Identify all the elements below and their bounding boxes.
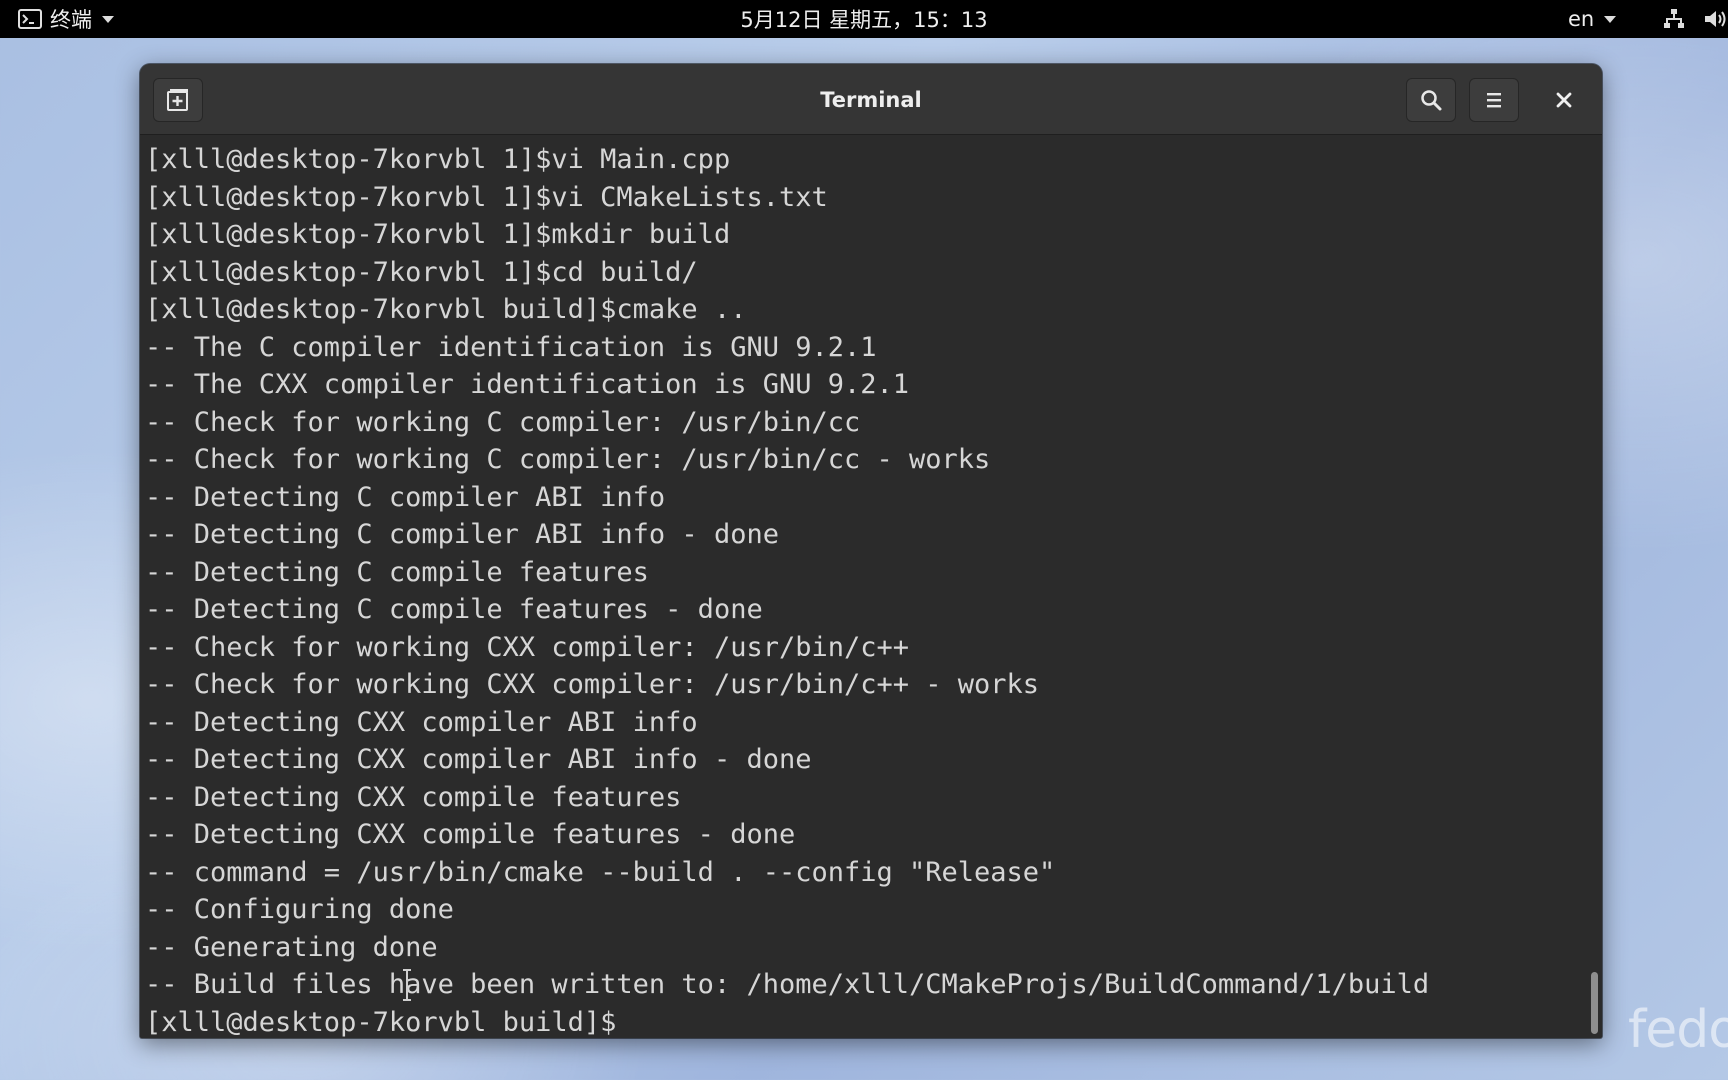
top-bar: 终端 5月12日 星期五，15：13 en xyxy=(0,0,1728,38)
terminal-line: [xlll@desktop-7korvbl build]$cmake .. xyxy=(145,294,747,325)
language-label: en xyxy=(1568,7,1595,31)
app-menu-label: 终端 xyxy=(50,8,92,32)
terminal-line: [xlll@desktop-7korvbl 1]$vi Main.cpp xyxy=(145,144,731,175)
terminal-line: -- The CXX compiler identification is GN… xyxy=(145,369,910,400)
terminal-line: -- Detecting CXX compiler ABI info xyxy=(145,706,698,738)
search-icon xyxy=(1421,90,1442,111)
terminal-line: -- Detecting C compiler ABI info - done xyxy=(145,519,779,550)
terminal-app-icon xyxy=(18,9,42,29)
terminal-line: -- Check for working CXX compiler: /usr/… xyxy=(145,669,1040,700)
app-menu[interactable]: 终端 xyxy=(18,0,114,38)
terminal-lines: [xlll@desktop-7korvbl 1]$vi Main.cpp [xll… xyxy=(145,141,1429,1038)
terminal-line: -- Detecting CXX compile features xyxy=(145,781,682,813)
terminal-line: [xlll@desktop-7korvbl 1]$mkdir build xyxy=(145,219,731,250)
scrollbar-thumb[interactable] xyxy=(1591,972,1598,1034)
menu-button[interactable] xyxy=(1469,78,1519,122)
terminal-line: -- Configuring done xyxy=(145,894,454,925)
chevron-down-icon xyxy=(1604,15,1617,23)
terminal-line: -- Check for working CXX compiler: /usr/… xyxy=(145,631,910,663)
network-icon[interactable] xyxy=(1662,7,1686,31)
language-switcher[interactable]: en xyxy=(1568,0,1617,38)
desktop-watermark: fedo xyxy=(1628,1000,1728,1060)
close-button[interactable] xyxy=(1540,78,1588,122)
terminal-line: [xlll@desktop-7korvbl 1]$vi CMakeLists.t… xyxy=(145,181,828,213)
terminal-line: -- command = /usr/bin/cmake --build . --… xyxy=(145,856,1056,888)
terminal-line: -- Detecting C compile features - done xyxy=(145,594,763,625)
terminal-line: -- Build files have been written to: /ho… xyxy=(145,969,1430,1000)
volume-icon[interactable] xyxy=(1703,7,1728,31)
search-button[interactable] xyxy=(1406,78,1456,122)
terminal-line: -- Check for working C compiler: /usr/bi… xyxy=(145,444,991,475)
terminal-line: -- Check for working C compiler: /usr/bi… xyxy=(145,406,861,438)
chevron-down-icon xyxy=(102,15,114,23)
terminal-line: -- Detecting CXX compile features - done xyxy=(145,819,796,850)
new-tab-button[interactable] xyxy=(153,78,203,122)
close-icon xyxy=(1556,92,1572,108)
terminal-line: [xlll@desktop-7korvbl build]$ xyxy=(145,1006,617,1038)
terminal-line: -- Detecting C compile features xyxy=(145,556,649,588)
header-bar[interactable]: Terminal xyxy=(140,64,1602,135)
terminal-line: -- Generating done xyxy=(145,931,438,963)
window-title: Terminal xyxy=(820,87,922,112)
terminal-output[interactable]: [xlll@desktop-7korvbl 1]$vi Main.cpp [xll… xyxy=(140,136,1602,1038)
ibeam-cursor-icon xyxy=(403,969,411,1001)
terminal-line: -- Detecting C compiler ABI info xyxy=(145,481,666,513)
terminal-line: [xlll@desktop-7korvbl 1]$cd build/ xyxy=(145,256,698,288)
terminal-line: -- The C compiler identification is GNU … xyxy=(145,331,877,363)
clock[interactable]: 5月12日 星期五，15：13 xyxy=(740,4,987,34)
new-tab-icon xyxy=(167,89,188,111)
scrollbar[interactable] xyxy=(1588,136,1602,1038)
terminal-line: -- Detecting CXX compiler ABI info - don… xyxy=(145,744,812,775)
terminal-window: Terminal [xlll@desktop-7korvbl 1]$vi Mai… xyxy=(140,64,1602,1038)
hamburger-menu-icon xyxy=(1487,93,1501,108)
